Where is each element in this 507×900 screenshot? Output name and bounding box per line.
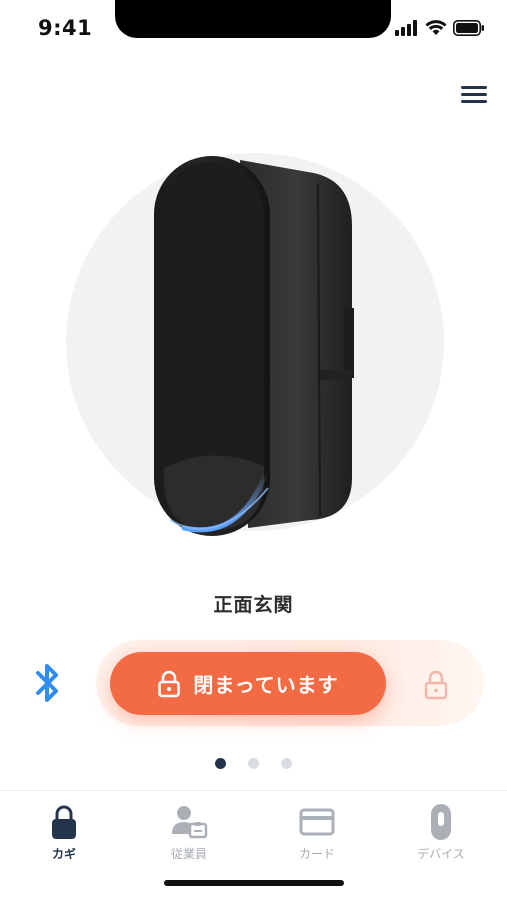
tab-key[interactable]: カギ [9,801,119,867]
lock-closed-icon [158,670,181,697]
status-icons [395,20,485,36]
bluetooth-glyph [36,664,58,702]
tab-device[interactable]: デバイス [386,801,496,867]
hamburger-icon [461,86,487,103]
page-indicator [0,758,507,769]
employee-icon [172,806,208,839]
home-indicator[interactable] [164,880,344,886]
lock-toggle-button[interactable]: 閉まっています [110,652,386,715]
smart-lock-device-image [154,156,354,536]
device-icon [431,804,451,840]
menu-button[interactable] [456,78,492,110]
lock-icon [52,805,76,839]
bluetooth-icon[interactable] [30,660,66,706]
tab-card[interactable]: カード [262,801,372,867]
tab-label: カード [298,847,335,861]
lock-name: 正面玄関 [213,594,294,616]
status-bar: 9:41 [0,0,507,60]
tab-label: 従業員 [170,847,207,861]
tab-label: デバイス [417,847,465,861]
unlock-target[interactable] [421,668,451,702]
tab-employee[interactable]: 従業員 [134,801,244,867]
page-dot[interactable] [248,758,259,769]
page-dot[interactable] [281,758,292,769]
status-time: 9:41 [38,16,93,40]
card-icon [299,808,335,836]
signal-icon [395,20,417,36]
battery-icon [453,20,484,36]
tab-label: カギ [51,847,76,861]
lock-state-label: 閉まっています [193,673,339,697]
page-dot[interactable] [215,758,226,769]
notch [115,0,391,38]
lock-open-icon [424,670,448,700]
wifi-icon [425,20,447,35]
